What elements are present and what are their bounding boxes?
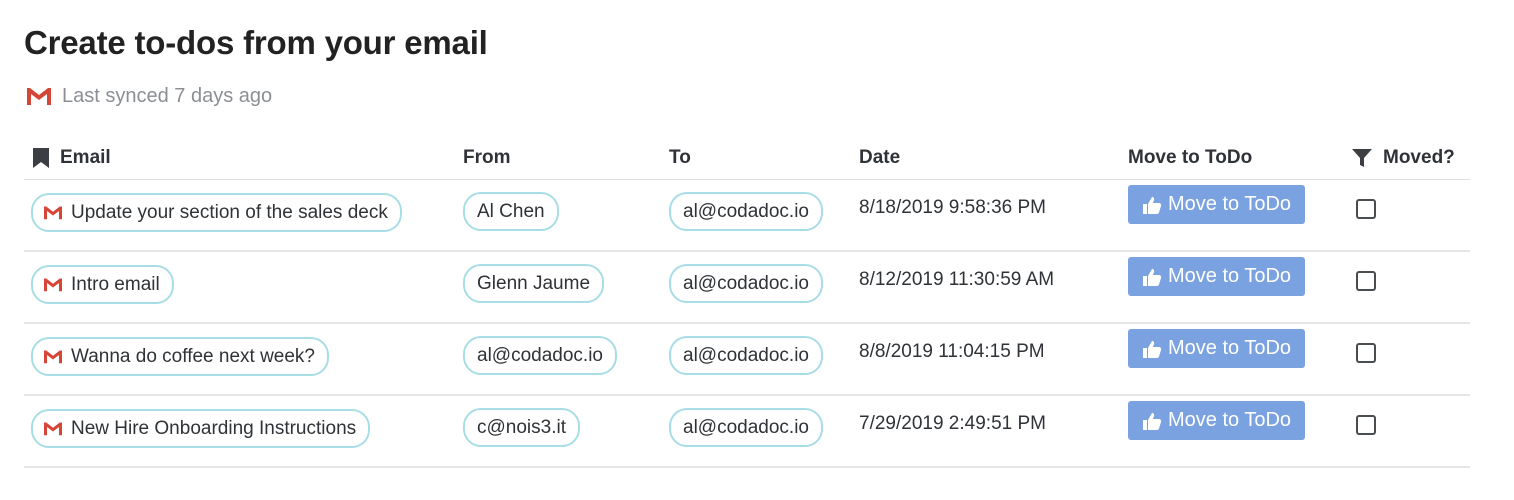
thumbs-up-icon	[1143, 340, 1162, 358]
gmail-icon	[44, 278, 62, 292]
email-subject: Wanna do coffee next week?	[71, 345, 315, 367]
moved-checkbox[interactable]	[1356, 343, 1376, 363]
to-chip[interactable]: al@codadoc.io	[669, 408, 823, 447]
email-subject: Intro email	[71, 273, 160, 295]
gmail-icon	[44, 350, 62, 364]
email-date: 8/8/2019 11:04:15 PM	[859, 341, 1045, 362]
to-chip[interactable]: al@codadoc.io	[669, 192, 823, 231]
table-row: Intro email Glenn Jaume al@codadoc.io 8/…	[24, 252, 1470, 324]
email-date: 7/29/2019 2:49:51 PM	[859, 413, 1046, 434]
filter-icon	[1352, 149, 1372, 167]
email-table: Email From To Date Move to ToDo Moved? U…	[24, 138, 1470, 468]
from-chip[interactable]: Glenn Jaume	[463, 264, 605, 303]
thumbs-up-icon	[1143, 196, 1162, 214]
table-row: Update your section of the sales deck Al…	[24, 180, 1470, 252]
table-row: Wanna do coffee next week? al@codadoc.io…	[24, 324, 1470, 396]
column-header-email[interactable]: Email	[32, 147, 111, 169]
email-subject-chip[interactable]: Wanna do coffee next week?	[31, 337, 329, 376]
gmail-icon	[44, 206, 62, 220]
table-header: Email From To Date Move to ToDo Moved?	[24, 138, 1470, 180]
email-subject: Update your section of the sales deck	[71, 201, 388, 223]
moved-checkbox[interactable]	[1356, 271, 1376, 291]
move-to-todo-button[interactable]: Move to ToDo	[1128, 401, 1306, 440]
move-to-todo-button[interactable]: Move to ToDo	[1128, 329, 1306, 368]
thumbs-up-icon	[1143, 268, 1162, 286]
bookmark-icon	[33, 148, 49, 168]
sync-status: Last synced 7 days ago	[26, 84, 272, 108]
thumbs-up-icon	[1143, 412, 1162, 430]
page-title: Create to-dos from your email	[24, 24, 488, 61]
sync-status-text: Last synced 7 days ago	[62, 84, 273, 107]
from-chip[interactable]: Al Chen	[463, 192, 559, 231]
move-to-todo-button[interactable]: Move to ToDo	[1128, 257, 1306, 296]
email-subject-chip[interactable]: Update your section of the sales deck	[31, 193, 402, 232]
email-subject: New Hire Onboarding Instructions	[71, 417, 357, 439]
column-header-to[interactable]: To	[669, 147, 691, 169]
table-row: New Hire Onboarding Instructions c@nois3…	[24, 396, 1470, 468]
email-subject-chip[interactable]: New Hire Onboarding Instructions	[31, 409, 371, 448]
move-to-todo-button[interactable]: Move to ToDo	[1128, 185, 1306, 224]
email-date: 8/18/2019 9:58:36 PM	[859, 197, 1046, 218]
column-header-date[interactable]: Date	[859, 147, 900, 169]
from-chip[interactable]: al@codadoc.io	[463, 336, 617, 375]
from-chip[interactable]: c@nois3.it	[463, 408, 580, 447]
to-chip[interactable]: al@codadoc.io	[669, 336, 823, 375]
to-chip[interactable]: al@codadoc.io	[669, 264, 823, 303]
email-subject-chip[interactable]: Intro email	[31, 265, 174, 304]
column-header-from[interactable]: From	[463, 147, 511, 169]
moved-checkbox[interactable]	[1356, 415, 1376, 435]
gmail-icon	[44, 422, 62, 436]
moved-checkbox[interactable]	[1356, 199, 1376, 219]
column-header-move[interactable]: Move to ToDo	[1128, 147, 1252, 169]
column-header-moved[interactable]: Moved?	[1351, 147, 1455, 169]
gmail-icon	[26, 87, 52, 105]
email-date: 8/12/2019 11:30:59 AM	[859, 269, 1055, 290]
